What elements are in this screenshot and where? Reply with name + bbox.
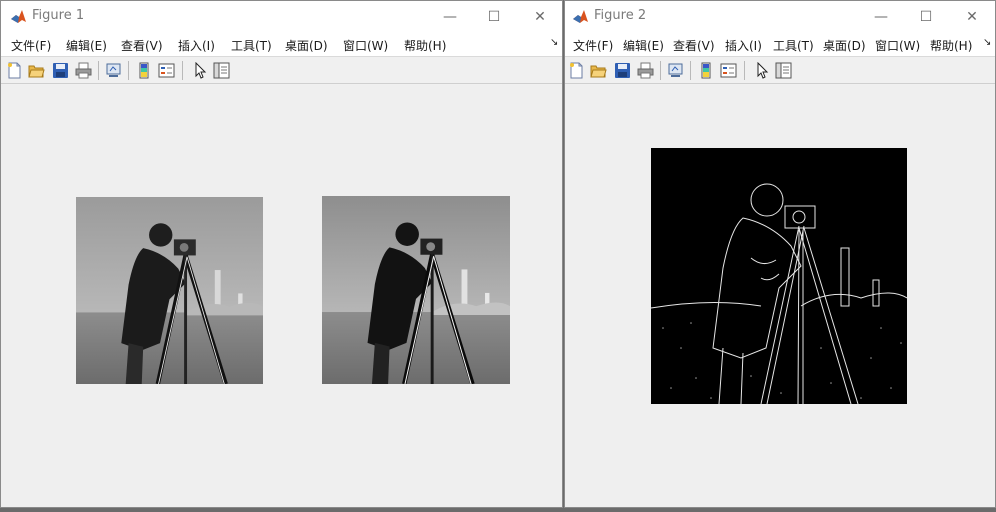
menu-help[interactable]: 帮助(H) — [930, 37, 972, 54]
menu-insert[interactable]: 插入(I) — [725, 37, 762, 54]
save-icon[interactable] — [52, 62, 69, 79]
menu-bar: 文件(F) 编辑(E) 查看(V) 插入(I) 工具(T) 桌面(D) 窗口(W… — [1, 32, 562, 57]
close-button[interactable]: ✕ — [517, 1, 563, 32]
maximize-button[interactable]: ☐ — [903, 1, 949, 32]
title-bar[interactable]: Figure 2 — ☐ ✕ — [565, 1, 995, 32]
property-inspector-icon[interactable] — [775, 62, 792, 79]
menu-file[interactable]: 文件(F) — [573, 37, 613, 54]
figure-canvas — [565, 85, 995, 507]
figure-1-window: Figure 1 — ☐ ✕ 文件(F) 编辑(E) 查看(V) 插入(I) 工… — [0, 0, 563, 508]
menu-view[interactable]: 查看(V) — [121, 37, 163, 54]
link-plot-icon[interactable] — [105, 62, 122, 79]
cameraman-edge-detection — [651, 148, 907, 404]
toolbar-separator — [744, 61, 745, 80]
print-icon[interactable] — [637, 62, 654, 79]
menu-insert[interactable]: 插入(I) — [178, 37, 215, 54]
menu-help[interactable]: 帮助(H) — [404, 37, 446, 54]
matlab-logo-icon — [10, 8, 27, 25]
menu-edit[interactable]: 编辑(E) — [66, 37, 107, 54]
menu-overflow-icon[interactable]: ↘ — [550, 37, 558, 48]
menu-file[interactable]: 文件(F) — [11, 37, 51, 54]
new-figure-icon[interactable] — [568, 62, 585, 79]
open-file-icon[interactable] — [28, 62, 45, 79]
figure-toolbar — [1, 57, 562, 84]
menu-edit[interactable]: 编辑(E) — [623, 37, 664, 54]
edit-plot-arrow-icon[interactable] — [191, 62, 208, 79]
menu-tools[interactable]: 工具(T) — [773, 37, 814, 54]
menu-view[interactable]: 查看(V) — [673, 37, 715, 54]
maximize-button[interactable]: ☐ — [471, 1, 517, 32]
cameraman-grayscale-original — [76, 197, 263, 384]
property-inspector-icon[interactable] — [213, 62, 230, 79]
toolbar-separator — [690, 61, 691, 80]
minimize-button[interactable]: — — [858, 1, 904, 32]
new-figure-icon[interactable] — [6, 62, 23, 79]
window-title: Figure 1 — [32, 8, 85, 23]
menu-desktop[interactable]: 桌面(D) — [285, 37, 328, 54]
close-button[interactable]: ✕ — [949, 1, 995, 32]
toolbar-separator — [182, 61, 183, 80]
menu-window[interactable]: 窗口(W) — [343, 37, 388, 54]
cameraman-grayscale-processed — [322, 196, 510, 384]
open-file-icon[interactable] — [590, 62, 607, 79]
title-bar[interactable]: Figure 1 — ☐ ✕ — [1, 1, 562, 32]
figure-toolbar — [565, 57, 995, 84]
menu-overflow-icon[interactable]: ↘ — [983, 37, 991, 48]
insert-colorbar-icon[interactable] — [136, 62, 153, 79]
edit-plot-arrow-icon[interactable] — [753, 62, 770, 79]
toolbar-separator — [660, 61, 661, 80]
figure-2-window: Figure 2 — ☐ ✕ 文件(F) 编辑(E) 查看(V) 插入(I) 工… — [564, 0, 996, 508]
menu-tools[interactable]: 工具(T) — [231, 37, 272, 54]
link-plot-icon[interactable] — [667, 62, 684, 79]
toolbar-separator — [98, 61, 99, 80]
print-icon[interactable] — [75, 62, 92, 79]
figure-canvas — [1, 85, 562, 507]
toolbar-separator — [128, 61, 129, 80]
insert-legend-icon[interactable] — [158, 62, 175, 79]
matlab-logo-icon — [572, 8, 589, 25]
insert-colorbar-icon[interactable] — [698, 62, 715, 79]
menu-window[interactable]: 窗口(W) — [875, 37, 920, 54]
window-title: Figure 2 — [594, 8, 647, 23]
insert-legend-icon[interactable] — [720, 62, 737, 79]
menu-desktop[interactable]: 桌面(D) — [823, 37, 866, 54]
menu-bar: 文件(F) 编辑(E) 查看(V) 插入(I) 工具(T) 桌面(D) 窗口(W… — [565, 32, 995, 57]
minimize-button[interactable]: — — [427, 1, 473, 32]
save-icon[interactable] — [614, 62, 631, 79]
